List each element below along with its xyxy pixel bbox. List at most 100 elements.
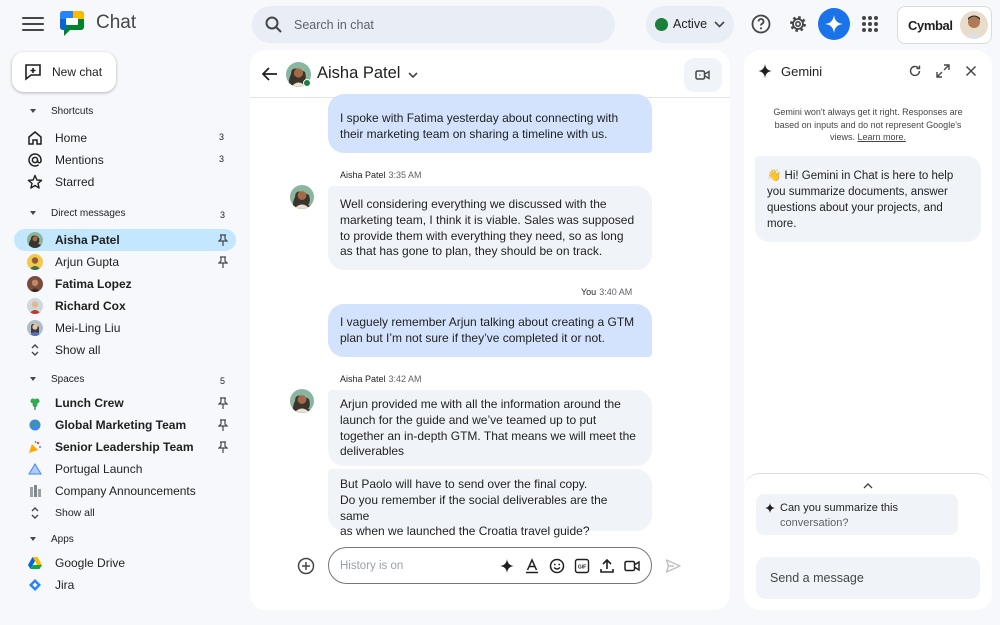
message-bubble-outgoing[interactable]: I spoke with Fatima yesterday about conn… <box>328 94 652 153</box>
conversation-title[interactable]: Aisha Patel <box>317 64 400 83</box>
message-text-line: marketing team, I think it is viable. Sa… <box>340 212 635 227</box>
chevron-up-icon[interactable] <box>863 482 873 490</box>
sidebar-item-arjun-gupta[interactable]: Arjun Gupta <box>14 251 236 273</box>
gemini-sparkle-icon[interactable] <box>499 558 515 574</box>
text-format-icon[interactable] <box>524 558 540 574</box>
add-attachment-icon[interactable] <box>297 557 315 575</box>
message-composer[interactable]: GIF <box>328 547 652 584</box>
app-name: Chat <box>96 12 137 33</box>
learn-more-link[interactable]: Learn more. <box>858 132 907 142</box>
gemini-title: Gemini <box>781 64 823 79</box>
send-icon[interactable] <box>665 558 681 574</box>
chat-logo-icon <box>60 11 84 36</box>
section-apps-toggle[interactable]: Apps <box>30 534 74 550</box>
message-bubble-outgoing[interactable]: I vaguely remember Arjun talking about c… <box>328 304 652 357</box>
search-input[interactable] <box>294 6 594 43</box>
message-text-line: as that has gone to plan, they should be… <box>340 244 603 259</box>
clover-icon <box>30 398 40 410</box>
new-chat-button[interactable]: New chat <box>12 52 116 92</box>
sender-name: You <box>581 287 597 297</box>
message-bubble-incoming[interactable]: Arjun provided me with all the informati… <box>328 390 652 466</box>
video-camera-icon[interactable] <box>624 558 640 574</box>
gemini-message-box[interactable] <box>756 557 980 599</box>
status-dropdown[interactable]: Active <box>646 6 734 43</box>
sidebar-item-starred[interactable]: Starred <box>14 171 236 193</box>
chevron-down-icon <box>714 21 725 28</box>
sidebar-item-global-marketing-team[interactable]: Global Marketing Team <box>14 414 236 436</box>
new-chat-icon <box>25 64 41 81</box>
section-direct-messages-toggle[interactable]: Direct messages <box>30 208 125 224</box>
section-spaces-toggle[interactable]: Spaces <box>30 374 84 390</box>
main-menu-icon[interactable] <box>22 14 44 34</box>
nav-label: Fatima Lopez <box>55 277 132 291</box>
upload-icon[interactable] <box>599 558 615 574</box>
back-arrow-icon[interactable] <box>262 67 278 81</box>
section-title: Spaces <box>51 374 85 385</box>
sidebar-item-fatima-lopez[interactable]: Fatima Lopez <box>14 273 236 295</box>
section-count: 5 <box>220 376 226 386</box>
chat-header: Aisha Patel <box>250 50 730 98</box>
jira-icon <box>29 579 41 591</box>
nav-label: Mentions <box>55 153 104 167</box>
message-time: 3:35 AM <box>388 170 422 180</box>
refresh-icon[interactable] <box>908 64 922 78</box>
pin-icon[interactable] <box>218 419 228 431</box>
help-icon[interactable] <box>749 12 773 36</box>
sidebar-item-portugal-launch[interactable]: Portugal Launch <box>14 458 236 480</box>
gemini-sparkle-icon <box>765 503 775 513</box>
sidebar-item-richard-cox[interactable]: Richard Cox <box>14 295 236 317</box>
apps-grid-icon[interactable] <box>862 16 878 32</box>
nav-label: Home <box>55 131 88 145</box>
sidebar-item-mei-ling-liu[interactable]: Mei-Ling Liu <box>14 317 236 339</box>
section-shortcuts-toggle[interactable]: Shortcuts <box>30 106 93 122</box>
expand-icon[interactable] <box>936 64 950 78</box>
pin-icon[interactable] <box>218 441 228 453</box>
avatar <box>27 276 43 292</box>
nav-label: Richard Cox <box>55 299 126 313</box>
message-sender: Aisha Patel 3:42 AM <box>340 374 422 384</box>
gemini-toggle-button[interactable] <box>818 8 850 40</box>
gemini-message-input[interactable] <box>770 557 970 599</box>
new-chat-label: New chat <box>52 65 103 79</box>
sidebar-item-aisha-patel[interactable]: Aisha Patel <box>14 229 236 251</box>
party-popper-icon <box>29 440 41 453</box>
close-icon[interactable] <box>964 64 978 78</box>
settings-gear-icon[interactable] <box>786 12 810 36</box>
sidebar-item-show-all-spaces[interactable]: Show all <box>14 502 236 524</box>
message-time: 3:40 AM <box>599 287 633 297</box>
avatar <box>290 389 314 413</box>
sidebar-item-lunch-crew[interactable]: Lunch Crew <box>14 392 236 414</box>
pin-icon[interactable] <box>218 256 228 268</box>
message-text-line: to provide them with everything they nee… <box>340 228 624 243</box>
video-call-button[interactable] <box>684 58 722 92</box>
video-camera-icon <box>695 70 710 80</box>
avatar <box>27 298 43 314</box>
gif-icon[interactable]: GIF <box>574 558 590 574</box>
message-input[interactable] <box>340 548 490 583</box>
message-bubble-incoming[interactable]: Well considering everything we discussed… <box>328 186 652 270</box>
sidebar-item-home[interactable]: Home 3 <box>14 127 236 149</box>
section-title: Apps <box>51 534 74 545</box>
chevron-down-icon[interactable] <box>408 70 418 80</box>
message-bubble-incoming[interactable]: But Paolo will have to send over the fin… <box>328 469 652 538</box>
message-text-line: their marketing team on sharing a timeli… <box>340 126 608 141</box>
sidebar-item-jira[interactable]: Jira <box>14 574 236 596</box>
suggestion-chip-summarize[interactable]: Can you summarize this conversation? <box>756 494 958 535</box>
account-switcher[interactable]: Cymbal <box>897 6 992 44</box>
unread-count: 3 <box>219 132 225 142</box>
sidebar-item-senior-leadership-team[interactable]: Senior Leadership Team <box>14 436 236 458</box>
search-bar[interactable] <box>252 6 615 43</box>
sidebar-item-show-all-dms[interactable]: Show all <box>14 339 236 361</box>
emoji-icon[interactable] <box>549 558 565 574</box>
expand-icon <box>31 344 39 356</box>
sidebar-item-mentions[interactable]: Mentions 3 <box>14 149 236 171</box>
section-title: Direct messages <box>51 208 126 219</box>
pin-icon[interactable] <box>218 234 228 246</box>
nav-label: Lunch Crew <box>55 396 124 410</box>
message-time: 3:42 AM <box>388 374 422 384</box>
sidebar-item-google-drive[interactable]: Google Drive <box>14 552 236 574</box>
pin-icon[interactable] <box>218 397 228 409</box>
message-text-line: as when we launched the Croatia travel g… <box>340 524 590 539</box>
sidebar-item-company-announcements[interactable]: Company Announcements <box>14 480 236 502</box>
online-indicator <box>303 79 311 87</box>
